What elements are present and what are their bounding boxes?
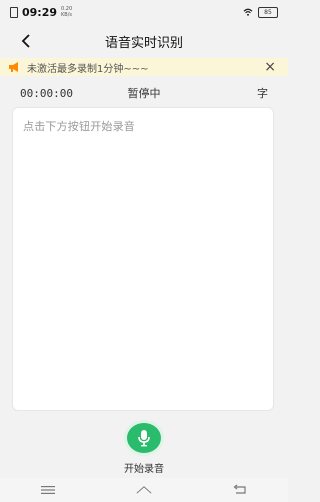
home-shape: [136, 486, 152, 494]
bullhorn-icon: [9, 62, 18, 72]
menu-lines: [41, 486, 55, 494]
network-speed-unit: KB/s: [61, 12, 73, 18]
back-arrow-shape: [233, 484, 246, 494]
microphone-icon: [138, 430, 150, 447]
chevron-left-icon: [21, 34, 30, 48]
record-button[interactable]: [124, 420, 164, 456]
close-icon[interactable]: ×: [264, 59, 276, 75]
sim-card-icon: [10, 6, 18, 18]
status-left: 09:29 0.20 KB/s: [10, 6, 72, 19]
transcript-placeholder: 点击下方按钮开始录音: [23, 120, 135, 133]
status-bar: 09:29 0.20 KB/s 85: [0, 0, 288, 24]
battery-icon: 85: [258, 6, 278, 18]
notice-text: 未激活最多录制1分钟~~~: [27, 63, 149, 75]
font-size-button[interactable]: 字: [257, 85, 268, 101]
activation-notice: 未激活最多录制1分钟~~~ ×: [0, 58, 288, 76]
back-button[interactable]: [16, 32, 36, 50]
wifi-icon: [243, 8, 253, 16]
status-right: 85: [243, 6, 278, 18]
home-icon[interactable]: [136, 484, 152, 496]
page-title: 语音实时识别: [104, 35, 183, 51]
recording-timer: 00:00:00: [20, 86, 73, 100]
back-system-icon[interactable]: [232, 484, 248, 496]
navigation-bar: 语音实时识别: [0, 24, 288, 58]
network-speed: 0.20 KB/s: [61, 6, 72, 18]
recording-toolbar: 00:00:00 暂停中 字: [0, 80, 288, 106]
menu-icon[interactable]: [40, 484, 56, 496]
record-button-wrap: [122, 419, 166, 457]
recording-state: 暂停中: [127, 87, 161, 100]
system-navigation-bar: [0, 478, 288, 502]
record-button-label: 开始录音: [124, 464, 164, 475]
status-time: 09:29: [22, 5, 58, 19]
transcript-area[interactable]: 点击下方按钮开始录音: [12, 107, 274, 411]
